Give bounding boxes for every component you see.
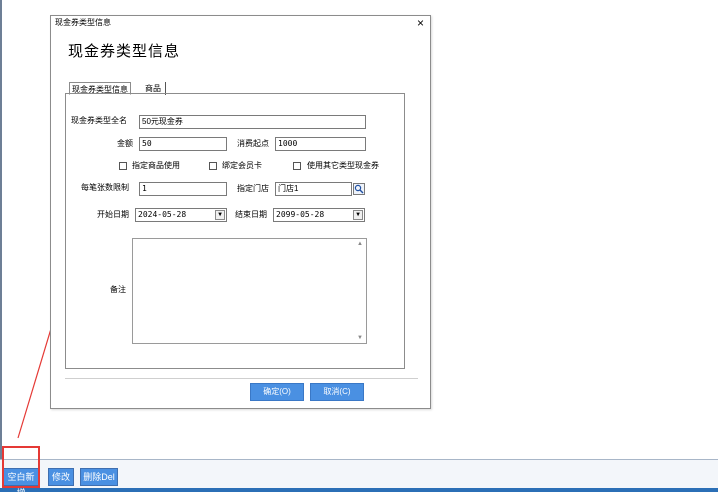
checkbox-bind-member-card-label: 绑定会员卡 bbox=[222, 161, 262, 170]
end-date-label: 结束日期 bbox=[235, 210, 267, 219]
scroll-down-icon[interactable]: ▼ bbox=[356, 335, 364, 341]
end-date-value: 2099-05-28 bbox=[276, 210, 325, 219]
checkbox-other-coupon-types[interactable] bbox=[293, 162, 301, 170]
limit-per-order-field[interactable]: 1 bbox=[139, 182, 227, 196]
search-icon bbox=[354, 184, 364, 194]
start-date-picker[interactable]: 2024-05-28 ▼ bbox=[135, 208, 227, 222]
end-date-picker[interactable]: 2099-05-28 ▼ bbox=[273, 208, 365, 222]
dialog-heading: 现金券类型信息 bbox=[68, 43, 181, 60]
scroll-up-icon[interactable]: ▲ bbox=[356, 241, 364, 247]
footer-divider bbox=[65, 378, 418, 379]
checkbox-bind-member-card[interactable] bbox=[209, 162, 217, 170]
checkbox-other-coupon-types-label: 使用其它类型现金券 bbox=[307, 161, 379, 170]
start-date-label: 开始日期 bbox=[97, 210, 129, 219]
amount-field[interactable]: 50 bbox=[139, 137, 227, 151]
store-search-button[interactable] bbox=[353, 183, 365, 195]
full-name-label: 现金券类型全名 bbox=[71, 116, 127, 125]
amount-label: 金额 bbox=[117, 139, 133, 148]
close-icon[interactable]: × bbox=[417, 16, 424, 30]
chevron-down-icon[interactable]: ▼ bbox=[215, 210, 225, 220]
dialog-window-title: 现金券类型信息 bbox=[55, 18, 111, 27]
cancel-button[interactable]: 取消(C) bbox=[310, 383, 364, 401]
checkbox-specified-products[interactable] bbox=[119, 162, 127, 170]
store-field[interactable]: 门店1 bbox=[275, 182, 352, 196]
chevron-down-icon[interactable]: ▼ bbox=[353, 210, 363, 220]
start-date-value: 2024-05-28 bbox=[138, 210, 187, 219]
min-spend-label: 消费起点 bbox=[237, 139, 269, 148]
notes-label: 备注 bbox=[110, 285, 126, 294]
full-name-field[interactable]: 50元现金券 bbox=[139, 115, 366, 129]
cash-coupon-type-dialog: 现金券类型信息 × 现金券类型信息 现金券类型信息 商品 现金券类型全名 50元… bbox=[50, 15, 431, 409]
store-label: 指定门店 bbox=[237, 184, 269, 193]
limit-per-order-label: 每笔张数限制 bbox=[81, 183, 129, 192]
checkbox-specified-products-label: 指定商品使用 bbox=[132, 161, 180, 170]
notes-textarea[interactable]: ▲ ▼ bbox=[132, 238, 367, 344]
ok-button[interactable]: 确定(O) bbox=[250, 383, 304, 401]
min-spend-field[interactable]: 1000 bbox=[275, 137, 366, 151]
